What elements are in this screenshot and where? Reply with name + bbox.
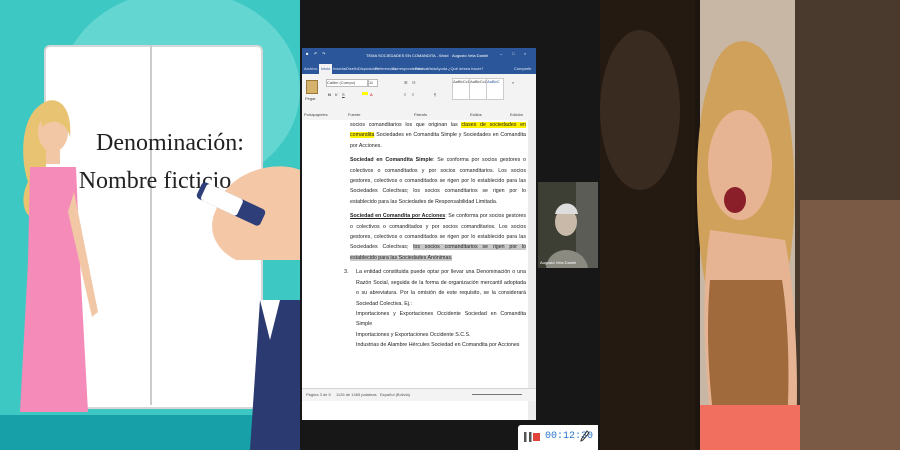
stop-recording-icon[interactable] bbox=[533, 433, 540, 441]
hand-holding-marker-illustration bbox=[196, 166, 300, 260]
pen-icon[interactable] bbox=[580, 430, 590, 442]
ribbon: Pegar Calibri (Cuerpo) 11 N K S A ☰ ☷ ≡ … bbox=[302, 74, 536, 121]
document-title: TEMA SOCIEDADES EN COMANDITA - Word bbox=[366, 53, 449, 58]
example-3: Industrias de Alambre Hércules Sociedad … bbox=[356, 342, 520, 349]
participant-video bbox=[538, 182, 598, 268]
tab-archivo[interactable]: Archivo bbox=[304, 66, 317, 71]
sleeve-illustration bbox=[250, 300, 300, 450]
italic-button[interactable]: K bbox=[335, 92, 338, 97]
example-2: Importaciones y Exportaciones Occidente … bbox=[356, 331, 471, 338]
woman-illustration bbox=[20, 100, 98, 412]
paragraph-3: 3. La entidad constituida puede optar por… bbox=[344, 269, 526, 307]
font-color-button[interactable]: A bbox=[370, 92, 373, 97]
tab-ayuda[interactable]: Ayuda bbox=[436, 66, 447, 71]
document-page[interactable]: socios comanditarios los que originan la… bbox=[344, 120, 527, 420]
paragraph-comandita-simple: Sociedad en Comandita Simple: Se conform… bbox=[350, 157, 526, 205]
tab-vista[interactable]: Vista bbox=[427, 66, 436, 71]
paragraph-comandita-acciones: Sociedad en Comandita por Acciones: Se c… bbox=[350, 213, 527, 261]
tab-diseno[interactable]: Diseño bbox=[346, 66, 358, 71]
style-normal[interactable]: AaBbCcDc bbox=[452, 78, 473, 100]
save-icon[interactable]: ■ bbox=[306, 51, 308, 56]
highlight-color-button[interactable] bbox=[362, 92, 368, 95]
pause-icon[interactable] bbox=[524, 432, 532, 442]
underline-button[interactable]: S bbox=[342, 92, 345, 97]
style-no-spacing[interactable]: AaBbCcDc bbox=[469, 78, 490, 100]
clipboard-group-label: Portapapeles bbox=[304, 112, 328, 117]
recording-controls: 00:12:30 bbox=[518, 425, 598, 450]
redo-icon[interactable]: ↷ bbox=[322, 51, 325, 56]
maximize-icon[interactable]: □ bbox=[512, 51, 514, 56]
paragraph-intro: socios comanditarios los que originan la… bbox=[350, 122, 526, 149]
word-count[interactable]: 1126 de 1465 palabras bbox=[336, 392, 377, 397]
paragraph-group-label: Párrafo bbox=[414, 112, 428, 117]
font-name-select[interactable]: Calibri (Cuerpo) bbox=[326, 79, 368, 87]
align-left-button[interactable]: ≡ bbox=[404, 92, 406, 97]
presenter-video-panel[interactable] bbox=[600, 0, 900, 450]
document-area[interactable]: socios comanditarios los que originan la… bbox=[302, 120, 536, 420]
share-button[interactable]: Compartir bbox=[514, 66, 532, 71]
font-size-select[interactable]: 11 bbox=[368, 79, 378, 87]
bold-button[interactable]: N bbox=[328, 92, 331, 97]
styles-group-label: Estilos bbox=[470, 112, 482, 117]
status-bar: Página 3 de 5 1126 de 1465 palabras Espa… bbox=[302, 388, 536, 401]
language-status[interactable]: Español (Bolivia) bbox=[380, 392, 410, 397]
example-1: Importaciones y Exportaciones Occidente … bbox=[356, 310, 526, 328]
participant-name: Augusto Vela Daniel bbox=[540, 260, 577, 265]
participant-video-tile[interactable]: Augusto Vela Daniel bbox=[538, 182, 598, 268]
minimize-icon[interactable]: – bbox=[500, 51, 502, 56]
numbering-button[interactable]: ☷ bbox=[412, 80, 416, 85]
style-heading[interactable]: AaBbC bbox=[486, 78, 504, 100]
undo-icon[interactable]: ↶ bbox=[314, 51, 317, 56]
tell-me-search[interactable]: ¿Qué desea hacer? bbox=[448, 66, 483, 71]
word-title-bar: ■ ↶ ↷ TEMA SOCIEDADES EN COMANDITA - Wor… bbox=[302, 48, 536, 64]
pilcrow-button[interactable]: ¶ bbox=[434, 92, 436, 97]
paste-icon[interactable] bbox=[306, 80, 318, 94]
align-center-button[interactable]: ≡ bbox=[412, 92, 414, 97]
close-icon[interactable]: × bbox=[524, 51, 526, 56]
tab-insertar[interactable]: Insertar bbox=[333, 66, 347, 71]
font-group-label: Fuente bbox=[348, 112, 361, 117]
zoom-slider[interactable] bbox=[472, 394, 522, 395]
book-spine bbox=[150, 45, 152, 405]
bullets-button[interactable]: ☰ bbox=[404, 80, 408, 85]
word-window[interactable]: ■ ↶ ↷ TEMA SOCIEDADES EN COMANDITA - Wor… bbox=[302, 48, 536, 420]
ribbon-tabs: Archivo Inicio Insertar Diseño Disposici… bbox=[302, 64, 536, 76]
user-name[interactable]: Augusto Vela Daniel bbox=[452, 53, 488, 58]
search-icon[interactable]: ⌕ bbox=[512, 80, 514, 85]
slide-panel: Denominación: Nombre ficticio qu bbox=[0, 0, 300, 450]
page-count[interactable]: Página 3 de 5 bbox=[306, 392, 331, 397]
presenter-video bbox=[600, 0, 900, 450]
vertical-scrollbar[interactable] bbox=[528, 120, 536, 420]
paste-label[interactable]: Pegar bbox=[305, 96, 316, 101]
edit-group-label: Edición bbox=[510, 112, 524, 117]
